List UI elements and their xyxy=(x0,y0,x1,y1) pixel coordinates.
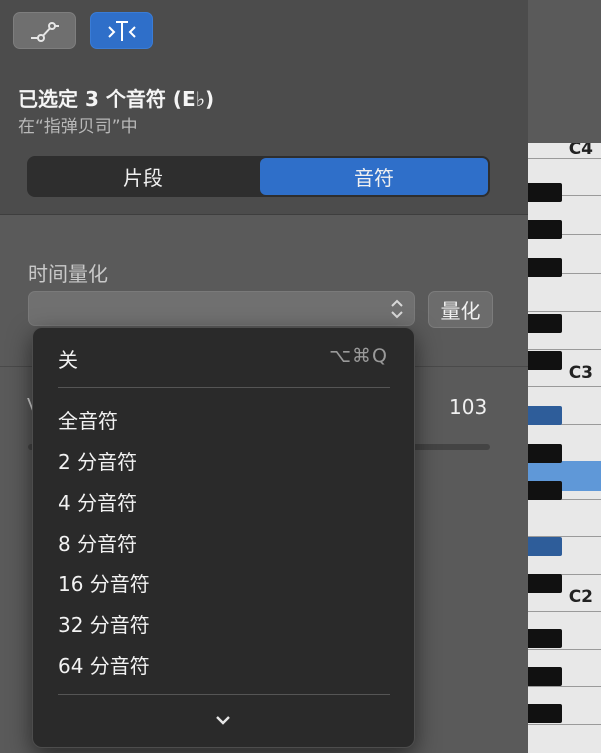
key-separator xyxy=(528,386,601,387)
octave-label-c3: C3 xyxy=(568,363,593,383)
chevron-down-icon[interactable] xyxy=(213,713,233,727)
tab-notes[interactable]: 音符 xyxy=(260,158,488,195)
region-notes-segmented-control: 片段 音符 xyxy=(27,156,490,197)
piano-keyboard: C4 C3 C2 xyxy=(528,143,601,753)
piano-black-key[interactable] xyxy=(528,220,562,239)
menu-item[interactable]: 全音符 xyxy=(58,405,118,434)
time-quantize-label: 时间量化 xyxy=(28,262,108,286)
menu-item[interactable]: 16 分音符 xyxy=(58,568,150,597)
menu-item[interactable]: 32 分音符 xyxy=(58,609,150,638)
menu-separator xyxy=(58,387,390,388)
key-separator xyxy=(528,349,601,350)
piano-black-key[interactable] xyxy=(528,183,562,202)
piano-black-key[interactable] xyxy=(528,444,562,463)
piano-black-key[interactable] xyxy=(528,629,562,648)
selection-subtitle: 在“指弹贝司”中 xyxy=(18,117,138,137)
key-separator xyxy=(528,611,601,612)
automation-curve-icon xyxy=(30,21,59,42)
piano-black-key[interactable] xyxy=(528,314,562,333)
velocity-value: 103 xyxy=(449,395,488,419)
quantize-button[interactable]: 量化 xyxy=(428,291,493,328)
menu-item[interactable]: 2 分音符 xyxy=(58,446,137,475)
octave-label-c2: C2 xyxy=(568,587,593,607)
menu-item[interactable]: 4 分音符 xyxy=(58,487,137,516)
key-separator xyxy=(528,724,601,725)
inspector-header: 已选定 3 个音符 (E♭) 在“指弹贝司”中 片段 音符 xyxy=(0,0,528,215)
piano-black-key[interactable] xyxy=(528,574,562,593)
note-inspector-icon xyxy=(107,20,136,41)
piano-black-key[interactable] xyxy=(528,667,562,686)
menu-item-off[interactable]: 关 xyxy=(58,344,78,373)
piano-black-key-selected[interactable] xyxy=(528,406,562,425)
note-inspector-button[interactable] xyxy=(90,12,153,49)
selection-title: 已选定 3 个音符 (E♭) xyxy=(18,87,215,111)
menu-item[interactable]: 64 分音符 xyxy=(58,650,150,679)
piano-black-key[interactable] xyxy=(528,351,562,370)
quantize-dropdown-menu: 关 ⌥⌘Q 全音符 2 分音符 4 分音符 8 分音符 16 分音符 32 分音… xyxy=(32,327,415,748)
time-quantize-popup[interactable] xyxy=(28,291,415,326)
piano-black-key-selected[interactable] xyxy=(528,537,562,556)
tab-region[interactable]: 片段 xyxy=(29,158,257,195)
key-separator xyxy=(528,686,601,687)
piano-black-key[interactable] xyxy=(528,481,562,500)
key-separator xyxy=(528,311,601,312)
piano-black-key[interactable] xyxy=(528,704,562,723)
menu-item[interactable]: 8 分音符 xyxy=(58,528,137,557)
piano-background xyxy=(528,0,601,143)
note-inspector: 已选定 3 个音符 (E♭) 在“指弹贝司”中 片段 音符 时间量化 量化 V … xyxy=(0,0,528,753)
piano-black-key[interactable] xyxy=(528,258,562,277)
octave-label-c4: C4 xyxy=(568,143,593,159)
key-separator xyxy=(528,649,601,650)
automation-button[interactable] xyxy=(13,12,76,49)
menu-separator xyxy=(58,694,390,695)
menu-shortcut-off: ⌥⌘Q xyxy=(329,345,388,367)
updown-chevron-icon xyxy=(391,299,403,319)
